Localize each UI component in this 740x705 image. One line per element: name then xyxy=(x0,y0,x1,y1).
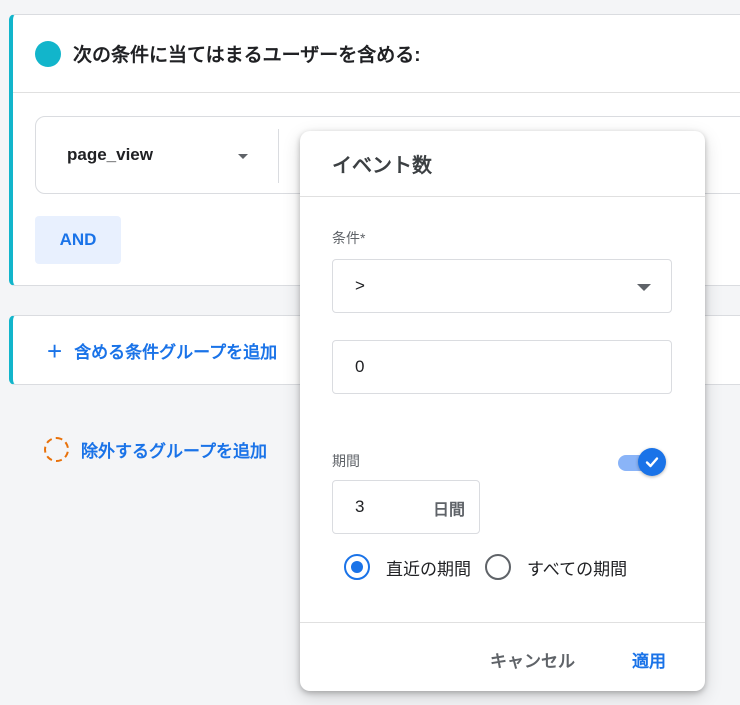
plus-icon: + xyxy=(47,335,63,366)
cancel-button[interactable]: キャンセル xyxy=(490,647,575,672)
period-label: 期間 xyxy=(332,453,360,469)
period-value: 3 xyxy=(355,497,365,516)
include-group-title: 次の条件に当てはまるユーザーを含める: xyxy=(73,45,421,66)
operator-value: > xyxy=(355,276,365,295)
event-name-select[interactable]: page_view xyxy=(67,145,153,165)
add-include-group-button[interactable]: + 含める条件グループを追加 xyxy=(47,335,278,366)
check-icon xyxy=(638,448,666,476)
group-indicator-icon xyxy=(35,40,61,67)
chevron-down-icon[interactable] xyxy=(238,154,248,159)
chevron-down-icon xyxy=(637,284,651,291)
dashed-circle-icon xyxy=(44,437,69,462)
add-include-group-label: 含める条件グループを追加 xyxy=(74,343,278,362)
radio-all-period[interactable]: すべての期間 xyxy=(485,554,627,580)
apply-button[interactable]: 適用 xyxy=(632,647,666,672)
popup-footer: キャンセル 適用 xyxy=(300,622,705,691)
radio-unchecked-icon xyxy=(485,554,511,580)
period-radio-group: 直近の期間 すべての期間 xyxy=(344,554,641,580)
count-value-input[interactable]: 0 xyxy=(332,340,672,394)
radio-checked-icon xyxy=(344,554,370,580)
add-exclude-group-button[interactable]: 除外するグループを追加 xyxy=(44,437,267,462)
count-value: 0 xyxy=(355,357,365,376)
and-button[interactable]: AND xyxy=(35,216,121,264)
row-divider xyxy=(278,129,279,183)
operator-select[interactable]: > xyxy=(332,259,672,313)
radio-recent-period[interactable]: 直近の期間 xyxy=(344,554,471,580)
period-unit: 日間 xyxy=(432,502,465,519)
popup-title: イベント数 xyxy=(300,131,705,197)
include-group-header: 次の条件に当てはまるユーザーを含める: xyxy=(13,15,740,93)
add-exclude-group-label: 除外するグループを追加 xyxy=(81,442,267,461)
period-days-input[interactable]: 3 日間 xyxy=(332,480,480,534)
condition-label: 条件* xyxy=(332,230,366,246)
period-toggle[interactable] xyxy=(618,447,666,477)
radio-recent-label: 直近の期間 xyxy=(386,559,471,579)
event-count-popup: イベント数 条件* > 0 期間 3 日間 直近の期間 すべての期間 キャンセル… xyxy=(300,131,705,691)
radio-all-label: すべての期間 xyxy=(527,559,628,579)
